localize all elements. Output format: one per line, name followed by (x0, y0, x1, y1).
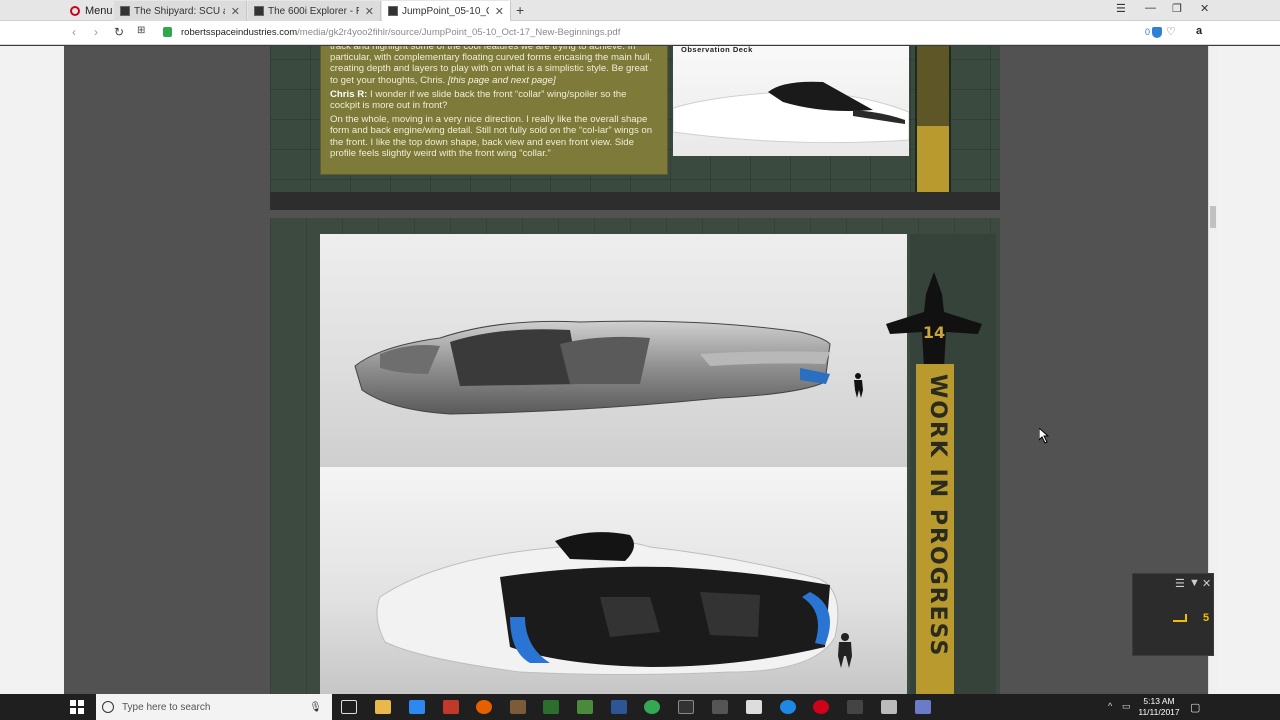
pdf-viewer[interactable]: track and highlight some of the cool fea… (64, 46, 1208, 694)
tab-menu-icon[interactable]: ☰ (1116, 2, 1126, 15)
pdf-page-notes: track and highlight some of the cool fea… (270, 46, 1000, 210)
wip-banner: 14 WORK IN PROGRESS (886, 234, 996, 694)
chrome-icon[interactable] (644, 700, 660, 714)
tab-title: The 600i Explorer - Rober (268, 5, 359, 17)
observation-deck-render (673, 81, 909, 144)
browser-title-bar: Menu The Shipyard: SCU and Ca ✕ The 600i… (0, 0, 1280, 21)
wip-banner-top (915, 46, 951, 210)
new-tab-button[interactable]: + (516, 2, 524, 18)
pdf-page-renders: 14 WORK IN PROGRESS (270, 218, 1000, 694)
app-image-icon[interactable] (577, 700, 593, 714)
app-star-citizen-icon[interactable] (847, 700, 863, 714)
cortana-icon (102, 701, 114, 713)
store-icon[interactable] (409, 700, 425, 714)
taskbar-search-box[interactable]: Type here to search 🎙 (96, 694, 332, 720)
right-margin (1217, 46, 1280, 694)
mail-icon[interactable] (746, 700, 762, 714)
opera-taskbar-icon[interactable] (813, 700, 829, 714)
clock-time: 5:13 AM (1143, 696, 1175, 706)
notes-author-name: Chris R: (330, 88, 368, 100)
notes-paragraph-3: On the whole, moving in a very nice dire… (330, 114, 653, 159)
ship-number: 14 (923, 323, 945, 342)
notes-italic-ref: [this page and next page] (447, 74, 556, 86)
close-tab-icon[interactable]: ✕ (495, 5, 504, 18)
app-a-icon[interactable] (543, 700, 559, 714)
app-save-icon[interactable] (915, 700, 931, 714)
restore-icon[interactable]: ❐ (1172, 2, 1182, 15)
mouse-cursor-icon (1039, 428, 1050, 444)
left-margin (0, 46, 64, 694)
wip-strip-shadow (917, 46, 949, 126)
tab-title: JumpPoint_05-10_Oct-17_ (402, 5, 489, 17)
taskbar-clock[interactable]: 5:13 AM 11/11/2017 (1135, 696, 1183, 718)
firefox-icon[interactable] (476, 700, 492, 714)
windows-start-icon[interactable] (70, 700, 84, 714)
wip-banner-text: WORK IN PROGRESS (925, 374, 950, 658)
terminal-icon[interactable] (678, 700, 694, 714)
back-icon[interactable]: ‹ (72, 25, 76, 39)
widget-menu-icon[interactable]: ☰ (1175, 577, 1185, 590)
network-icon[interactable]: ▭ (1122, 701, 1131, 712)
widget-value: 5 (1203, 612, 1210, 624)
floating-overlay-widget[interactable]: ☰ ▼ ✕ 5 (1132, 573, 1214, 656)
word-icon[interactable] (611, 700, 627, 714)
ship-rear-view (376, 532, 839, 675)
app-c-icon[interactable] (443, 700, 459, 714)
app-settings-icon[interactable] (881, 700, 897, 714)
reload-icon[interactable]: ↻ (114, 25, 124, 39)
comment-notes-box: track and highlight some of the cool fea… (320, 46, 668, 175)
ship-side-render (320, 234, 907, 467)
task-view-icon[interactable] (341, 700, 357, 714)
notification-icon[interactable]: ▢ (1190, 701, 1200, 714)
widget-close-icon[interactable]: ✕ (1202, 577, 1211, 590)
tray-chevron-icon[interactable]: ^ (1108, 701, 1112, 711)
address-bar: ‹ › ↻ ⊞ robertsspaceindustries.com/media… (0, 21, 1280, 45)
tab-shipyard[interactable]: The Shipyard: SCU and Ca ✕ (114, 1, 247, 21)
url-path: /media/gk2r4yoo2fihlr/source/JumpPoint_0… (297, 27, 621, 38)
amazon-extension-icon[interactable]: a (1196, 25, 1202, 37)
speed-dial-icon[interactable]: ⊞ (137, 25, 145, 36)
secure-lock-icon[interactable] (163, 27, 172, 37)
scrollbar-thumb[interactable] (1210, 206, 1216, 228)
human-scale-figure (854, 373, 863, 398)
page-floor (270, 192, 1000, 210)
opera-logo-icon (70, 5, 80, 16)
url-domain: robertsspaceindustries.com (181, 27, 298, 38)
forward-icon[interactable]: › (94, 25, 98, 39)
widget-signal-icon (1173, 614, 1187, 622)
adblock-count: 0 (1145, 27, 1151, 37)
close-tab-icon[interactable]: ✕ (365, 5, 374, 18)
edge-icon[interactable] (780, 700, 796, 714)
ship-rear-render (320, 467, 907, 694)
clock-date: 11/11/2017 (1138, 707, 1180, 717)
ship-side-view (354, 320, 831, 415)
rsi-favicon-icon (120, 6, 130, 16)
close-tab-icon[interactable]: ✕ (231, 5, 240, 18)
search-placeholder: Type here to search (122, 701, 211, 713)
windows-taskbar: Type here to search 🎙 ^ ▭ 5:13 AM 11/11/… (0, 694, 1280, 720)
close-window-icon[interactable]: ✕ (1200, 2, 1209, 15)
observation-deck-image: Observation Deck (673, 46, 909, 156)
tab-600i-explorer[interactable]: The 600i Explorer - Rober ✕ (248, 1, 381, 21)
opera-menu-button[interactable]: Menu (62, 0, 121, 21)
microphone-icon[interactable]: 🎙 (309, 702, 322, 713)
rsi-favicon-icon (254, 6, 264, 16)
widget-collapse-icon[interactable]: ▼ (1189, 577, 1200, 589)
minimize-icon[interactable]: — (1145, 2, 1156, 14)
file-explorer-icon[interactable] (375, 700, 391, 714)
app-tool-icon[interactable] (510, 700, 526, 714)
notes-paragraph-2: I wonder if we slide back the front “col… (330, 88, 627, 112)
tab-title: The Shipyard: SCU and Ca (134, 5, 225, 17)
video-editor-icon[interactable] (712, 700, 728, 714)
bookmark-heart-icon[interactable]: ♡ (1166, 25, 1176, 38)
tab-jumppoint-pdf[interactable]: JumpPoint_05-10_Oct-17_ ✕ (382, 1, 511, 21)
ship-topdown-silhouette: 14 (886, 272, 982, 368)
menu-label: Menu (85, 4, 113, 17)
adblock-shield-icon[interactable] (1152, 27, 1162, 38)
url-field[interactable]: robertsspaceindustries.com/media/gk2r4yo… (181, 27, 620, 38)
human-scale-figure (838, 633, 852, 668)
rsi-favicon-icon (388, 6, 398, 16)
